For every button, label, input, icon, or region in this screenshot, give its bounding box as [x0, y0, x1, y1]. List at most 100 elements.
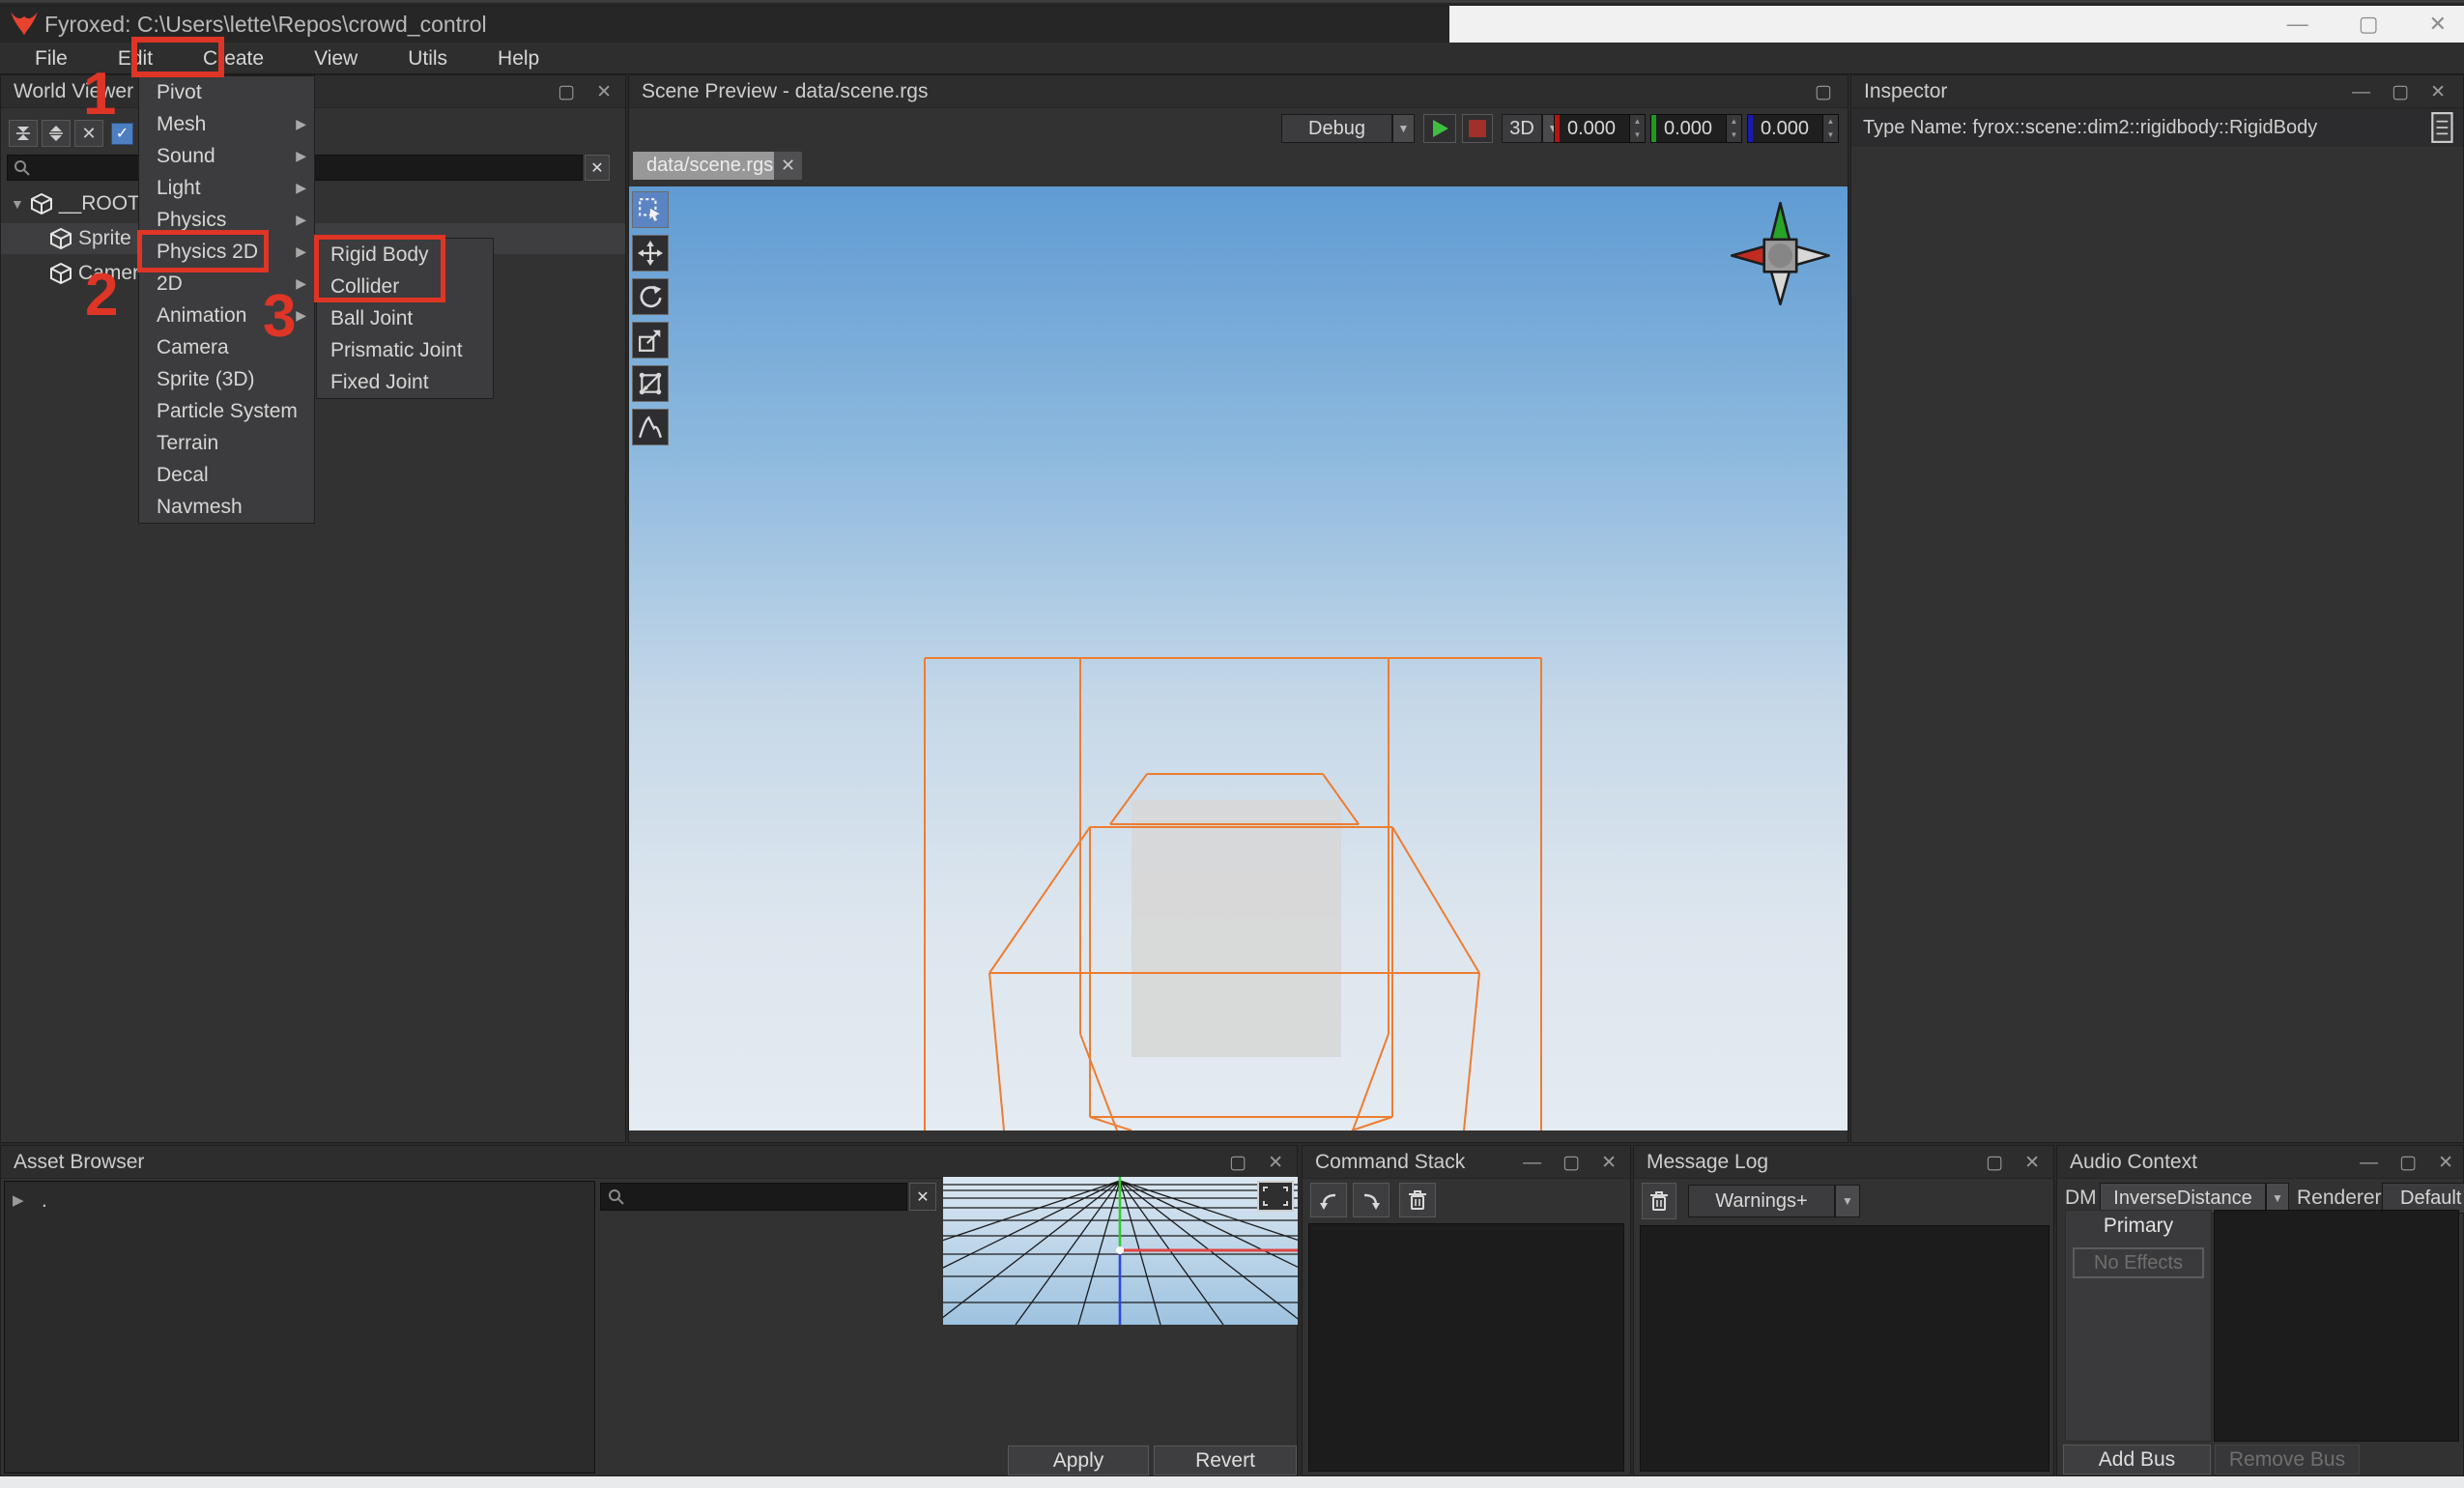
coord-z-spinner[interactable]: ▲▼ [1822, 115, 1838, 142]
menu-view[interactable]: View [289, 43, 383, 74]
inspector-panel: Inspector — ▢ ✕ Type Name: fyrox::scene:… [1850, 74, 2464, 1143]
chevron-right-icon[interactable]: ▶ [13, 1191, 24, 1209]
maximize-icon[interactable]: ▢ [2359, 12, 2379, 37]
menu-item-ball-joint[interactable]: Ball Joint [317, 302, 493, 334]
coord-y-spinner[interactable]: ▲▼ [1726, 115, 1741, 142]
coord-y-field[interactable]: 0.000 ▲▼ [1650, 114, 1742, 143]
select-tool-icon [638, 197, 663, 222]
menu-item-fixed-joint[interactable]: Fixed Joint [317, 366, 493, 398]
close-icon[interactable]: ✕ [1268, 1147, 1283, 1179]
maximize-icon[interactable]: ▢ [2392, 76, 2409, 108]
build-mode-arrow[interactable]: ▼ [1392, 114, 1415, 143]
clear-search-button[interactable]: ✕ [585, 155, 610, 181]
menu-item-navmesh[interactable]: Navmesh [139, 491, 314, 523]
cube-icon [49, 262, 72, 285]
scale-tool-button[interactable] [632, 322, 669, 358]
menu-utils[interactable]: Utils [383, 43, 473, 74]
maximize-icon[interactable]: ▢ [1229, 1147, 1246, 1179]
menu-item-sprite-3d[interactable]: Sprite (3D) [139, 363, 314, 395]
minimize-icon[interactable]: — [1523, 1147, 1541, 1179]
submenu-arrow-icon: ▶ [296, 140, 306, 172]
clear-command-stack-button[interactable] [1399, 1183, 1436, 1217]
terrain-tool-button[interactable] [632, 409, 669, 445]
expand-all-button[interactable] [42, 120, 71, 147]
play-icon [1429, 118, 1450, 139]
menu-item-mesh[interactable]: Mesh▶ [139, 108, 314, 140]
asset-browser-title: Asset Browser [14, 1151, 144, 1173]
add-bus-button[interactable]: Add Bus [2063, 1445, 2211, 1474]
revert-button[interactable]: Revert [1154, 1445, 1297, 1475]
maximize-icon[interactable]: ▢ [2399, 1147, 2417, 1179]
navmesh-edit-tool-button[interactable] [632, 365, 669, 402]
sprite-quad [1132, 800, 1341, 1057]
rotate-tool-button[interactable] [632, 278, 669, 315]
redo-icon [1360, 1188, 1383, 1212]
command-stack-title: Command Stack [1315, 1151, 1465, 1173]
menu-file[interactable]: File [10, 43, 93, 74]
asset-preview-thumbnail[interactable] [943, 1177, 1298, 1325]
asset-root-item[interactable]: . [42, 1189, 47, 1213]
expand-preview-icon[interactable] [1258, 1182, 1293, 1211]
orientation-gizmo-icon[interactable] [1726, 199, 1837, 310]
asset-search-input[interactable] [600, 1183, 907, 1211]
checkmark-icon: ✓ [116, 126, 129, 142]
asset-browser-header: Asset Browser ▢ ✕ [1, 1146, 1297, 1179]
cube-icon [30, 192, 53, 215]
menu-item-light[interactable]: Light▶ [139, 172, 314, 204]
dm-label: DM [2065, 1187, 2097, 1210]
submenu-arrow-icon: ▶ [296, 300, 306, 331]
move-tool-button[interactable] [632, 235, 669, 272]
scene-tab[interactable]: data/scene.rgs [633, 152, 787, 180]
clear-asset-search-button[interactable]: ✕ [909, 1183, 936, 1211]
build-mode-dropdown[interactable]: Debug [1281, 114, 1392, 143]
inspector-type-row: Type Name: fyrox::scene::dim2::rigidbody… [1851, 108, 2463, 147]
coord-x-spinner[interactable]: ▲▼ [1629, 115, 1645, 142]
select-tool-button[interactable] [632, 191, 669, 228]
close-icon[interactable]: ✕ [1601, 1147, 1617, 1179]
dimension-value: 3D [1509, 118, 1534, 140]
menu-item-sound[interactable]: Sound▶ [139, 140, 314, 172]
menu-item-prismatic-joint[interactable]: Prismatic Joint [317, 334, 493, 366]
menu-item-decal[interactable]: Decal [139, 459, 314, 491]
menu-item-pivot[interactable]: Pivot [139, 76, 314, 108]
chevron-down-icon[interactable]: ▼ [11, 196, 24, 212]
scene-viewport[interactable] [629, 186, 1848, 1130]
log-filter-arrow[interactable]: ▼ [1835, 1185, 1860, 1217]
scene-wireframe [629, 186, 1848, 1130]
stop-button[interactable] [1462, 114, 1493, 143]
coord-z-field[interactable]: 0.000 ▲▼ [1747, 114, 1839, 143]
close-icon[interactable]: ✕ [2429, 12, 2447, 37]
close-icon[interactable]: ✕ [596, 76, 612, 108]
apply-label: Apply [1053, 1449, 1104, 1473]
close-icon[interactable]: ✕ [2024, 1147, 2040, 1179]
menu-item-particle-system[interactable]: Particle System [139, 395, 314, 427]
log-filter-dropdown[interactable]: Warnings+ [1688, 1185, 1835, 1217]
clear-log-button[interactable] [1642, 1183, 1676, 1219]
close-icon[interactable]: ✕ [2430, 76, 2446, 108]
expand-all-icon [47, 125, 65, 142]
dimension-dropdown[interactable]: 3D [1502, 114, 1542, 143]
message-log-panel: Message Log ▢ ✕ Warnings+ ▼ [1633, 1145, 2054, 1476]
coord-x-field[interactable]: 0.000 ▲▼ [1554, 114, 1646, 143]
maximize-icon[interactable]: ▢ [1815, 76, 1832, 108]
redo-button[interactable] [1353, 1183, 1390, 1217]
collapse-all-button[interactable] [9, 120, 38, 147]
maximize-icon[interactable]: ▢ [1562, 1147, 1580, 1179]
minimize-icon[interactable]: — [2352, 76, 2370, 108]
undo-button[interactable] [1310, 1183, 1347, 1217]
minimize-icon[interactable]: — [2360, 1147, 2378, 1179]
document-icon[interactable] [2430, 111, 2457, 144]
apply-button[interactable]: Apply [1008, 1445, 1149, 1475]
menu-item-terrain[interactable]: Terrain [139, 427, 314, 459]
maximize-icon[interactable]: ▢ [1986, 1147, 2003, 1179]
trash-icon [1648, 1189, 1670, 1213]
maximize-icon[interactable]: ▢ [558, 76, 575, 108]
renderer-label: Renderer [2297, 1187, 2382, 1210]
scene-tab-close[interactable]: ✕ [774, 152, 802, 180]
remove-bus-button[interactable]: Remove Bus [2215, 1445, 2360, 1474]
minimize-icon[interactable]: — [2287, 12, 2308, 37]
audio-bus-strip[interactable]: Primary No Effects [2065, 1210, 2212, 1442]
menu-help[interactable]: Help [473, 43, 564, 74]
play-button[interactable] [1423, 114, 1456, 143]
close-icon[interactable]: ✕ [2438, 1147, 2453, 1179]
